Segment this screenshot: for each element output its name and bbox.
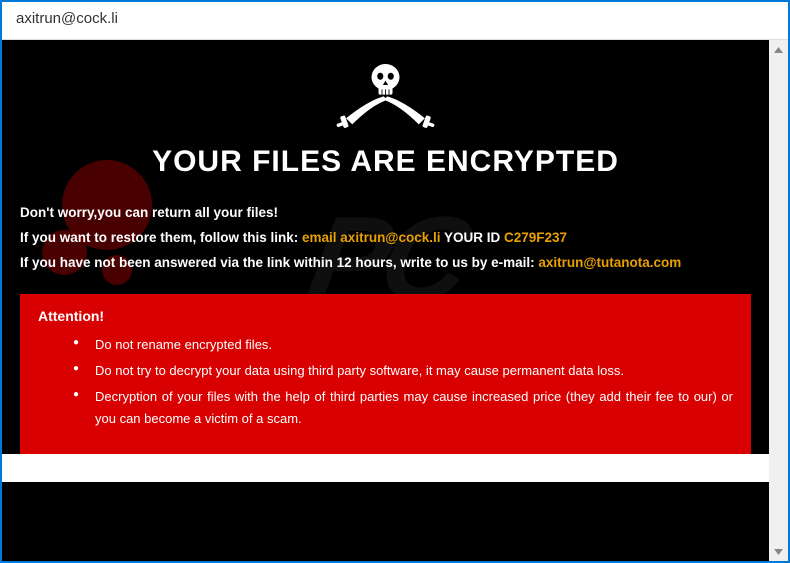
window-titlebar: axitrun@cock.li — [2, 2, 788, 40]
vertical-scrollbar[interactable] — [769, 40, 788, 561]
window-title: axitrun@cock.li — [16, 10, 118, 27]
skull-crossbones-icon — [2, 52, 769, 137]
info-block: Don't worry,you can return all your file… — [2, 179, 769, 294]
info-line-3a: If you have not been answered via the li… — [20, 255, 538, 270]
list-item: Decryption of your files with the help o… — [73, 386, 733, 430]
list-item: Do not rename encrypted files. — [73, 334, 733, 356]
contact-email-1: email axitrun@cock.li — [302, 230, 440, 245]
attention-box: Attention! Do not rename encrypted files… — [20, 294, 751, 454]
info-line-2a: If you want to restore them, follow this… — [20, 230, 302, 245]
bottom-whitespace — [2, 454, 769, 482]
victim-id: C279F237 — [504, 230, 567, 245]
body-area: PC risk.com — [2, 40, 788, 561]
attention-title: Attention! — [38, 308, 733, 324]
attention-list: Do not rename encrypted files. Do not tr… — [38, 334, 733, 430]
scroll-track[interactable] — [769, 59, 788, 542]
headline-text: YOUR FILES ARE ENCRYPTED — [2, 145, 769, 179]
info-line-2: If you want to restore them, follow this… — [20, 226, 751, 251]
scroll-up-arrow-icon[interactable] — [769, 40, 788, 59]
list-item: Do not try to decrypt your data using th… — [73, 360, 733, 382]
scroll-down-arrow-icon[interactable] — [769, 542, 788, 561]
contact-email-2: axitrun@tutanota.com — [538, 255, 681, 270]
info-line-3: If you have not been answered via the li… — [20, 251, 751, 276]
info-line-2b: YOUR ID — [441, 230, 505, 245]
ransom-content: PC risk.com — [2, 40, 769, 561]
info-line-1: Don't worry,you can return all your file… — [20, 201, 751, 226]
